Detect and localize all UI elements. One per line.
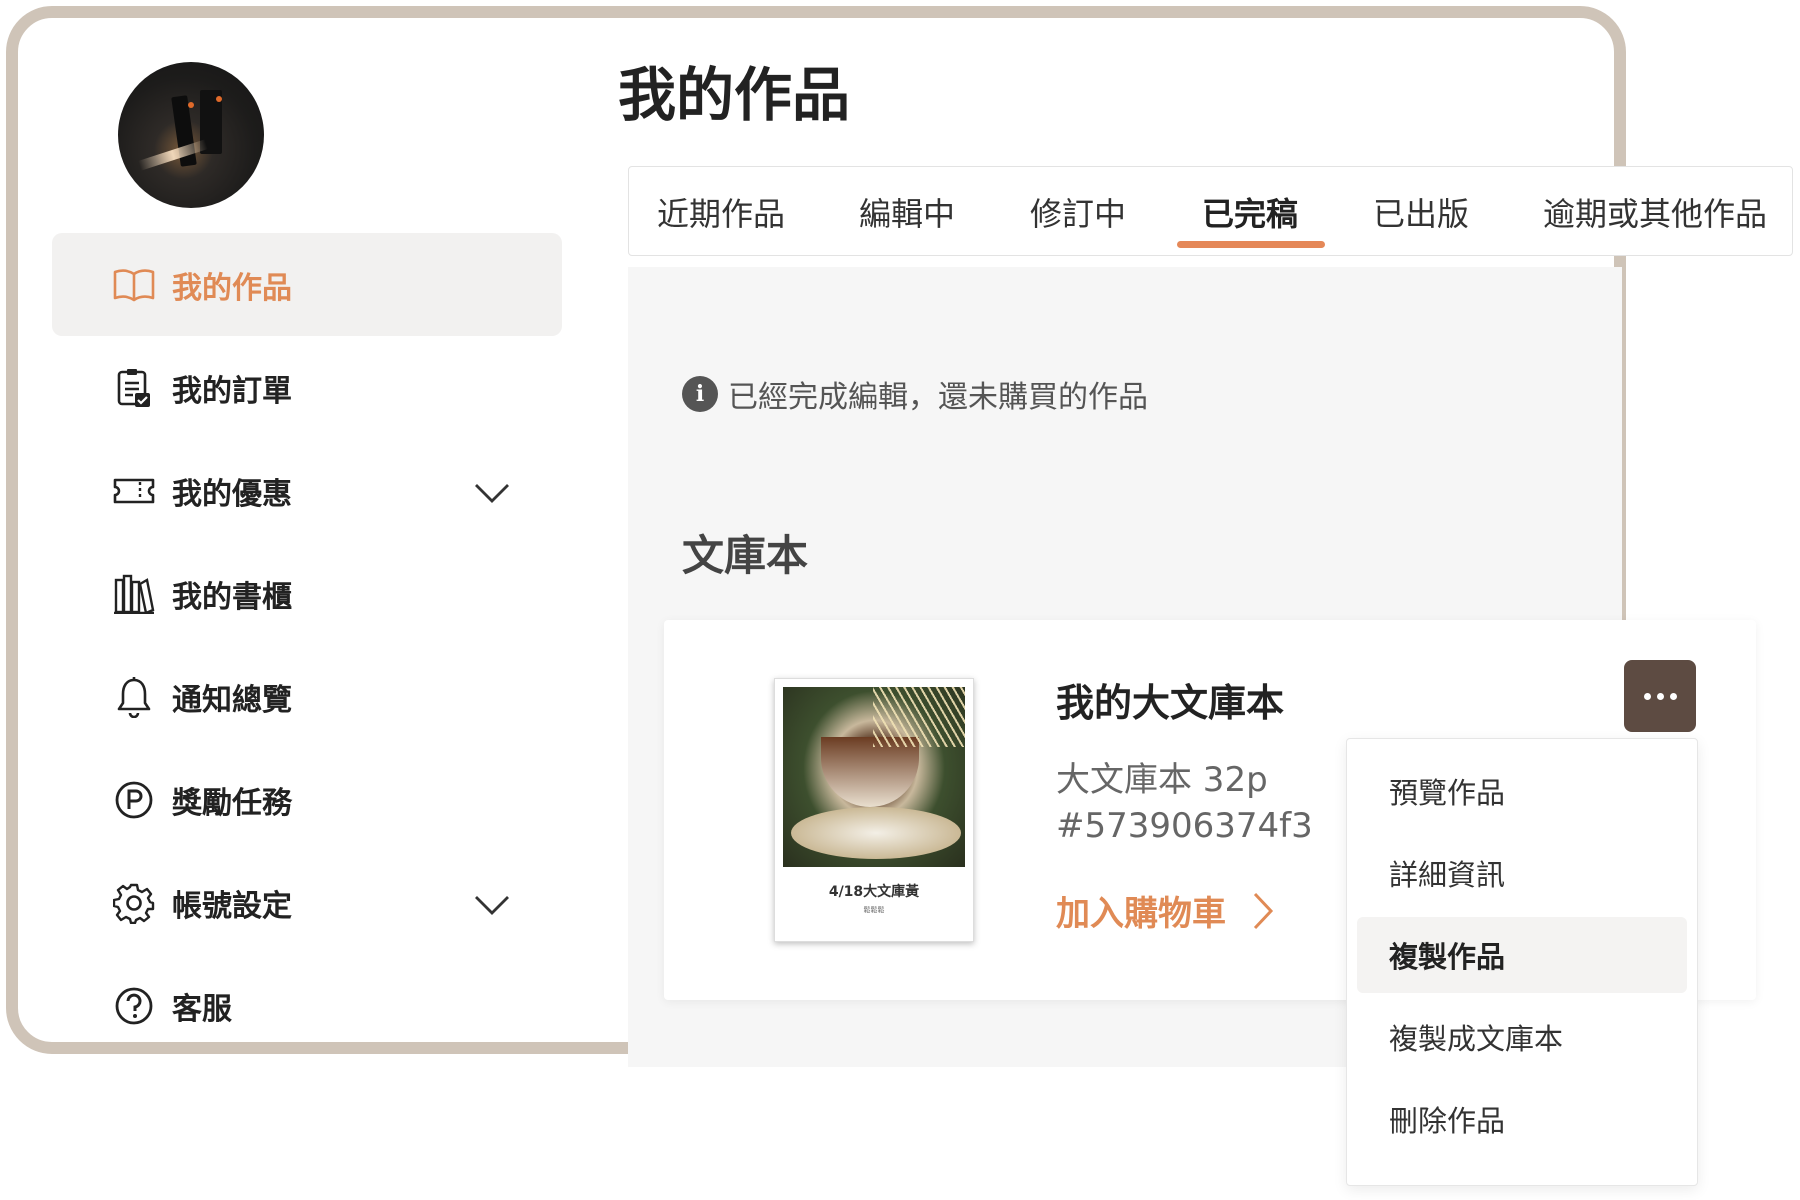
sidebar-item-label: 我的訂單 — [172, 373, 292, 409]
bell-icon — [112, 675, 156, 719]
tab-published[interactable]: 已出版 — [1373, 189, 1469, 235]
sidebar-item-notifications[interactable]: 通知總覽 — [52, 645, 562, 748]
more-options-button[interactable] — [1624, 660, 1696, 732]
sidebar-item-label: 我的作品 — [172, 270, 292, 306]
work-id: #573906374f3 — [1056, 806, 1313, 846]
cover-photo — [783, 687, 965, 867]
sidebar-item-account-settings[interactable]: 帳號設定 — [52, 851, 562, 954]
add-to-cart-label: 加入購物車 — [1056, 894, 1226, 934]
info-message: i 已經完成編輯，還未購買的作品 — [682, 372, 1148, 416]
page-title: 我的作品 — [618, 61, 851, 129]
ellipsis-icon — [1643, 692, 1651, 700]
menu-item-preview[interactable]: 預覽作品 — [1357, 753, 1687, 829]
work-spec: 大文庫本 32p — [1056, 760, 1268, 800]
sidebar-item-label: 我的優惠 — [172, 476, 292, 512]
book-open-icon — [112, 263, 156, 307]
active-tab-indicator — [1177, 241, 1325, 248]
avatar[interactable] — [118, 62, 264, 208]
bookshelf-icon — [112, 572, 156, 616]
sidebar-item-label: 帳號設定 — [172, 888, 292, 924]
help-icon — [112, 984, 156, 1028]
sidebar-item-my-orders[interactable]: 我的訂單 — [52, 336, 562, 439]
menu-item-details[interactable]: 詳細資訊 — [1357, 835, 1687, 911]
sidebar-item-label: 通知總覽 — [172, 682, 292, 718]
info-text: 已經完成編輯，還未購買的作品 — [728, 380, 1148, 415]
info-icon: i — [682, 376, 718, 412]
work-title: 我的大文庫本 — [1056, 681, 1285, 725]
points-icon — [112, 778, 156, 822]
sidebar-item-my-works[interactable]: 我的作品 — [52, 233, 562, 336]
sidebar-item-label: 獎勵任務 — [172, 785, 292, 821]
sidebar-item-my-coupons[interactable]: 我的優惠 — [52, 439, 562, 542]
chevron-down-icon[interactable] — [474, 477, 510, 512]
add-to-cart-button[interactable]: 加入購物車 — [1056, 886, 1274, 935]
chevron-right-icon — [1253, 892, 1274, 929]
tab-overdue-other[interactable]: 逾期或其他作品 — [1543, 189, 1767, 235]
menu-item-delete[interactable]: 刪除作品 — [1357, 1081, 1687, 1157]
menu-item-duplicate-as-bunko[interactable]: 複製成文庫本 — [1357, 999, 1687, 1075]
book-cover[interactable]: 4/18大文庫黃 鬆鬆鬆 — [774, 678, 974, 942]
section-title: 文庫本 — [682, 531, 809, 580]
tab-completed[interactable]: 已完稿 — [1202, 189, 1298, 235]
cover-caption: 4/18大文庫黃 — [828, 884, 920, 900]
cover-subtitle: 鬆鬆鬆 — [863, 906, 885, 914]
gear-icon — [112, 881, 156, 925]
tab-revising[interactable]: 修訂中 — [1030, 189, 1126, 235]
sidebar-item-customer-service[interactable]: 客服 — [52, 954, 562, 1057]
work-actions-menu: 預覽作品 詳細資訊 複製作品 複製成文庫本 刪除作品 — [1346, 738, 1698, 1186]
ticket-icon — [112, 469, 156, 513]
tab-editing[interactable]: 編輯中 — [859, 189, 955, 235]
sidebar-item-label: 我的書櫃 — [172, 579, 292, 615]
sidebar-item-my-bookshelf[interactable]: 我的書櫃 — [52, 542, 562, 645]
chevron-down-icon[interactable] — [474, 889, 510, 924]
sidebar-item-reward-tasks[interactable]: 獎勵任務 — [52, 748, 562, 851]
order-icon — [112, 366, 156, 410]
menu-item-duplicate[interactable]: 複製作品 — [1357, 917, 1687, 993]
tab-bar: 近期作品 編輯中 修訂中 已完稿 已出版 逾期或其他作品 — [628, 166, 1793, 256]
sidebar-nav: 我的作品 我的訂單 我的優惠 我的書櫃 通知總覽 獎勵任務 帳號設定 客服 — [52, 233, 562, 1057]
sidebar-item-label: 客服 — [172, 991, 232, 1027]
tab-recent[interactable]: 近期作品 — [657, 189, 785, 235]
